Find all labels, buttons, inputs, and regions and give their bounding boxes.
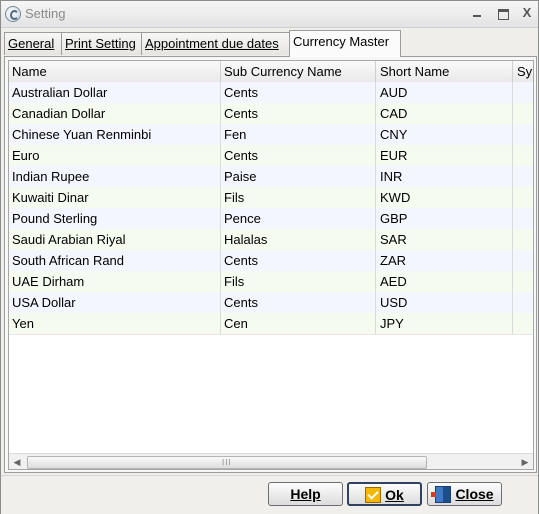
cell-short-name: SAR: [377, 229, 513, 250]
app-icon: [5, 6, 21, 22]
cell-name: Euro: [9, 145, 221, 166]
window-title: Setting: [25, 6, 66, 21]
cell-name: Canadian Dollar: [9, 103, 221, 124]
tab-appointment-due-dates[interactable]: Appointment due dates: [141, 32, 292, 55]
cell-sub-currency: Cents: [221, 250, 376, 271]
cell-short-name: JPY: [377, 313, 513, 334]
cell-name: Saudi Arabian Riyal: [9, 229, 221, 250]
cell-short-name: KWD: [377, 187, 513, 208]
close-button[interactable]: Close: [427, 482, 502, 506]
cell-sub-currency: Halalas: [221, 229, 376, 250]
cell-sub-currency: Fils: [221, 187, 376, 208]
ok-button[interactable]: Ok: [347, 482, 422, 506]
horizontal-scrollbar[interactable]: ◀ III ▶: [9, 453, 533, 469]
cell-symbol: [514, 124, 533, 145]
table-row[interactable]: Pound Sterling Pence GBP: [9, 208, 533, 230]
table-header: Name Sub Currency Name Short Name Sy: [9, 61, 533, 83]
cell-short-name: AED: [377, 271, 513, 292]
cell-sub-currency: Cents: [221, 292, 376, 313]
cell-short-name: CNY: [377, 124, 513, 145]
minimize-icon[interactable]: [467, 4, 487, 22]
column-header-sub-currency[interactable]: Sub Currency Name: [221, 61, 376, 82]
cell-symbol: [514, 250, 533, 271]
cell-name: Chinese Yuan Renminbi: [9, 124, 221, 145]
cell-short-name: AUD: [377, 82, 513, 103]
checkmark-icon: [365, 487, 382, 504]
cell-sub-currency: Cents: [221, 145, 376, 166]
settings-window: Setting X General Print Setting Appointm…: [0, 0, 539, 514]
grip-icon: III: [222, 458, 232, 467]
scroll-left-icon[interactable]: ◀: [9, 454, 25, 469]
cell-symbol: [514, 166, 533, 187]
tab-general[interactable]: General: [4, 32, 66, 55]
maximize-icon[interactable]: [493, 4, 513, 22]
column-header-name[interactable]: Name: [9, 61, 221, 82]
table-row[interactable]: USA Dollar Cents USD: [9, 292, 533, 314]
tab-print-setting[interactable]: Print Setting: [61, 32, 145, 55]
column-header-short-name[interactable]: Short Name: [377, 61, 513, 82]
cell-short-name: EUR: [377, 145, 513, 166]
cell-short-name: INR: [377, 166, 513, 187]
column-header-symbol[interactable]: Sy: [514, 61, 533, 82]
cell-name: Australian Dollar: [9, 82, 221, 103]
table-row[interactable]: Yen Cen JPY: [9, 313, 533, 335]
cell-symbol: [514, 313, 533, 334]
table-row[interactable]: Australian Dollar Cents AUD: [9, 82, 533, 104]
cell-symbol: [514, 103, 533, 124]
cell-short-name: USD: [377, 292, 513, 313]
scroll-thumb[interactable]: III: [27, 456, 427, 469]
cell-name: Kuwaiti Dinar: [9, 187, 221, 208]
table-row[interactable]: Indian Rupee Paise INR: [9, 166, 533, 188]
button-bar: Help Ok Close: [1, 475, 538, 514]
cell-symbol: [514, 229, 533, 250]
cell-name: UAE Dirham: [9, 271, 221, 292]
cell-sub-currency: Fen: [221, 124, 376, 145]
cell-symbol: [514, 145, 533, 166]
close-icon[interactable]: X: [517, 4, 537, 22]
cell-sub-currency: Pence: [221, 208, 376, 229]
cell-name: Indian Rupee: [9, 166, 221, 187]
cell-name: Pound Sterling: [9, 208, 221, 229]
exit-door-icon: [431, 485, 452, 503]
scroll-right-icon[interactable]: ▶: [517, 454, 533, 469]
table-row[interactable]: Euro Cents EUR: [9, 145, 533, 167]
table-row[interactable]: Canadian Dollar Cents CAD: [9, 103, 533, 125]
cell-sub-currency: Fils: [221, 271, 376, 292]
cell-symbol: [514, 208, 533, 229]
table-row[interactable]: Saudi Arabian Riyal Halalas SAR: [9, 229, 533, 251]
table-row[interactable]: South African Rand Cents ZAR: [9, 250, 533, 272]
cell-symbol: [514, 271, 533, 292]
cell-sub-currency: Cen: [221, 313, 376, 334]
cell-name: South African Rand: [9, 250, 221, 271]
tab-panel: Name Sub Currency Name Short Name Sy Aus…: [4, 56, 537, 473]
cell-symbol: [514, 187, 533, 208]
cell-short-name: ZAR: [377, 250, 513, 271]
table-row[interactable]: UAE Dirham Fils AED: [9, 271, 533, 293]
cell-symbol: [514, 82, 533, 103]
help-button[interactable]: Help: [268, 482, 343, 506]
cell-name: USA Dollar: [9, 292, 221, 313]
table-row[interactable]: Chinese Yuan Renminbi Fen CNY: [9, 124, 533, 146]
cell-symbol: [514, 292, 533, 313]
cell-short-name: GBP: [377, 208, 513, 229]
tab-currency-master[interactable]: Currency Master: [289, 30, 401, 57]
currency-table: Name Sub Currency Name Short Name Sy Aus…: [8, 60, 534, 470]
cell-sub-currency: Cents: [221, 103, 376, 124]
title-bar: Setting X: [1, 1, 538, 28]
cell-sub-currency: Paise: [221, 166, 376, 187]
cell-short-name: CAD: [377, 103, 513, 124]
cell-name: Yen: [9, 313, 221, 334]
table-row[interactable]: Kuwaiti Dinar Fils KWD: [9, 187, 533, 209]
cell-sub-currency: Cents: [221, 82, 376, 103]
